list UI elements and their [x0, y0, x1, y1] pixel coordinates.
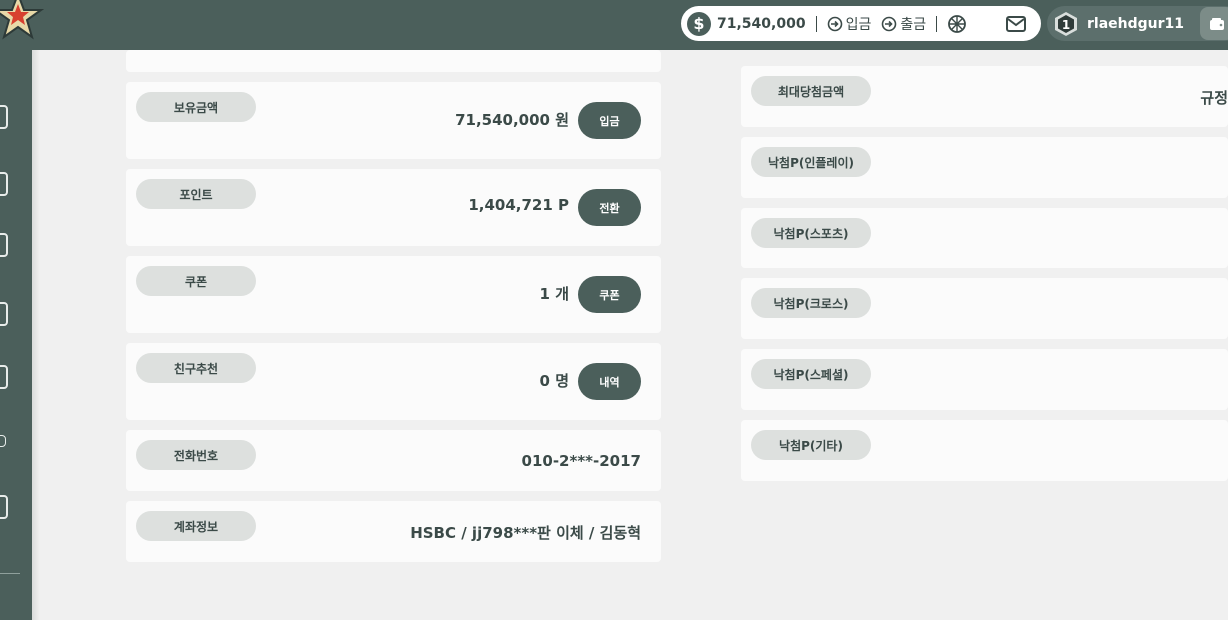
- info-card-coupon: 쿠폰 1 개 쿠폰: [126, 256, 661, 333]
- card-value: 71,540,000 원: [455, 111, 569, 129]
- sidebar-shadow: [32, 50, 40, 620]
- card-label: 낙첨P(스페셜): [751, 359, 871, 389]
- card-label: 친구추천: [136, 353, 256, 383]
- level-badge-icon: 1: [1055, 11, 1077, 36]
- divider: [936, 15, 938, 32]
- sidebar-menu-icon[interactable]: [0, 105, 8, 129]
- card-label: 계좌정보: [136, 511, 256, 541]
- card-value: 1,404,721 P: [468, 196, 569, 214]
- wheel-icon[interactable]: [947, 14, 967, 34]
- sidebar-menu-icon[interactable]: [0, 302, 8, 326]
- wallet-balance: 71,540,000: [717, 15, 806, 32]
- divider: [815, 15, 817, 32]
- info-card-account: 계좌정보 HSBC / jj798***판 이체 / 김동혁: [126, 501, 661, 562]
- info-card-lose-sports: 낙첨P(스포츠): [741, 208, 1228, 268]
- card-value: HSBC / jj798***판 이체 / 김동혁: [410, 524, 641, 542]
- withdraw-label: 출금: [900, 16, 927, 33]
- convert-button[interactable]: 전환: [578, 189, 641, 226]
- info-card-lose-other: 낙첨P(기타): [741, 420, 1228, 481]
- info-card-balance: 보유금액 71,540,000 원 입금: [126, 82, 661, 159]
- card-value: 규정: [1200, 89, 1228, 107]
- logout-icon: [882, 16, 897, 31]
- sidebar-menu-icon[interactable]: [0, 233, 8, 257]
- card-label: 포인트: [136, 179, 256, 209]
- deposit-link[interactable]: 입금: [827, 14, 872, 34]
- coupon-button[interactable]: 쿠폰: [578, 276, 641, 313]
- sidebar-divider: [0, 573, 20, 574]
- card-value: 010-2***-2017: [521, 452, 641, 470]
- card-label: 최대당첨금액: [751, 76, 871, 106]
- deposit-label: 입금: [845, 16, 872, 33]
- card-label: 낙첨P(크로스): [751, 288, 871, 318]
- card-label: 쿠폰: [136, 266, 256, 296]
- card-value: 0 명: [539, 372, 569, 390]
- card-value: 1 개: [539, 285, 569, 303]
- info-card-max-win: 최대당첨금액 규정: [741, 66, 1228, 127]
- user-profile[interactable]: 1 rlaehdgur11: [1047, 6, 1228, 41]
- level-number: 1: [1062, 18, 1070, 32]
- mail-icon[interactable]: [1006, 16, 1026, 32]
- card-label: 낙첨P(인플레이): [751, 147, 871, 177]
- star-logo-icon[interactable]: [0, 0, 44, 42]
- card-label: 전화번호: [136, 440, 256, 470]
- sidebar: [0, 50, 32, 620]
- dollar-icon: $: [687, 11, 711, 36]
- info-card-partial: [126, 50, 661, 72]
- sidebar-menu-icon[interactable]: [0, 435, 6, 447]
- info-card-lose-cross: 낙첨P(크로스): [741, 278, 1228, 339]
- card-label: 보유금액: [136, 92, 256, 122]
- wallet-icon: [1210, 17, 1224, 30]
- info-card-phone: 전화번호 010-2***-2017: [126, 430, 661, 491]
- card-label: 낙첨P(스포츠): [751, 218, 871, 248]
- card-label: 낙첨P(기타): [751, 430, 871, 460]
- info-card-lose-inplay: 낙첨P(인플레이): [741, 137, 1228, 198]
- sidebar-menu-icon[interactable]: [0, 365, 8, 389]
- info-card-referral: 친구추천 0 명 내역: [126, 343, 661, 420]
- withdraw-link[interactable]: 출금: [881, 14, 926, 34]
- sidebar-menu-icon[interactable]: [0, 495, 8, 519]
- deposit-button[interactable]: 입금: [578, 102, 641, 139]
- history-button[interactable]: 내역: [578, 363, 641, 400]
- wallet-button[interactable]: [1200, 7, 1228, 40]
- info-card-lose-special: 낙첨P(스페셜): [741, 349, 1228, 410]
- login-icon: [827, 16, 842, 31]
- username: rlaehdgur11: [1087, 15, 1185, 32]
- sidebar-menu-icon[interactable]: [0, 172, 8, 196]
- top-header: $ 71,540,000 입금 출금 1 rlaehdgur11: [0, 0, 1228, 50]
- wallet-bar: $ 71,540,000 입금 출금: [681, 6, 1041, 41]
- info-card-points: 포인트 1,404,721 P 전환: [126, 169, 661, 246]
